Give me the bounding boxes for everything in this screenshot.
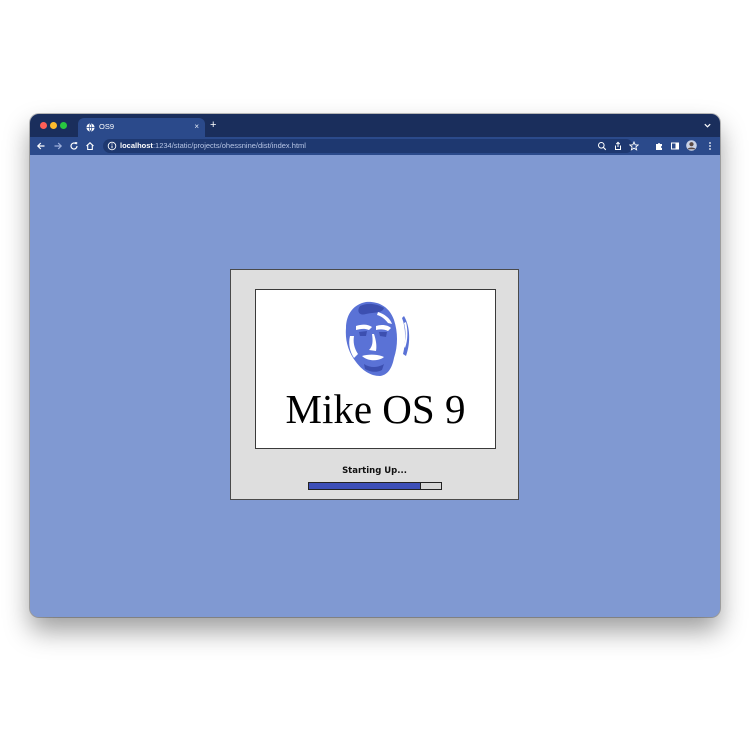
startup-status: Starting Up...: [342, 466, 407, 476]
minimize-window-button[interactable]: [50, 122, 57, 129]
browser-toolbar: localhost:1234/static/projects/ohessnine…: [30, 137, 720, 155]
splash-frame: Mike OS 9: [255, 289, 496, 449]
tab-close-button[interactable]: ×: [194, 121, 199, 133]
new-tab-button[interactable]: +: [210, 119, 216, 132]
star-icon[interactable]: [629, 141, 639, 151]
tab-title: OS9: [99, 122, 115, 131]
startup-dialog: Mike OS 9 Starting Up...: [230, 269, 519, 500]
startup-progress-bar: [308, 482, 442, 490]
zoom-icon[interactable]: [597, 141, 607, 151]
home-icon[interactable]: [85, 141, 95, 151]
tab-strip: OS9 × +: [30, 114, 720, 137]
face-logo: [345, 301, 410, 376]
share-icon[interactable]: [613, 141, 623, 151]
url-text[interactable]: localhost:1234/static/projects/ohessnine…: [120, 141, 306, 150]
side-panel-icon[interactable]: [670, 141, 680, 151]
arrow-left-icon[interactable]: [36, 141, 46, 151]
maximize-window-button[interactable]: [60, 122, 67, 129]
os-title: Mike OS 9: [285, 386, 466, 432]
close-window-button[interactable]: [40, 122, 47, 129]
progress-fill: [309, 483, 422, 489]
globe-icon: [86, 123, 95, 132]
address-bar[interactable]: localhost:1234/static/projects/ohessnine…: [103, 139, 639, 153]
arrow-right-icon[interactable]: [53, 141, 63, 151]
kebab-menu-icon[interactable]: [705, 141, 715, 151]
page-viewport: Mike OS 9 Starting Up...: [30, 155, 720, 617]
tab-os9[interactable]: OS9 ×: [78, 118, 205, 137]
puzzle-icon[interactable]: [654, 141, 664, 151]
reload-icon[interactable]: [69, 141, 79, 151]
info-icon[interactable]: [107, 141, 117, 151]
chevron-down-icon[interactable]: [703, 121, 712, 130]
url-host: localhost: [120, 141, 153, 150]
url-path: :1234/static/projects/ohessnine/dist/ind…: [152, 141, 306, 150]
browser-window: OS9 × + localhost:1234/static/projects/o…: [30, 114, 720, 617]
avatar[interactable]: [686, 140, 697, 151]
